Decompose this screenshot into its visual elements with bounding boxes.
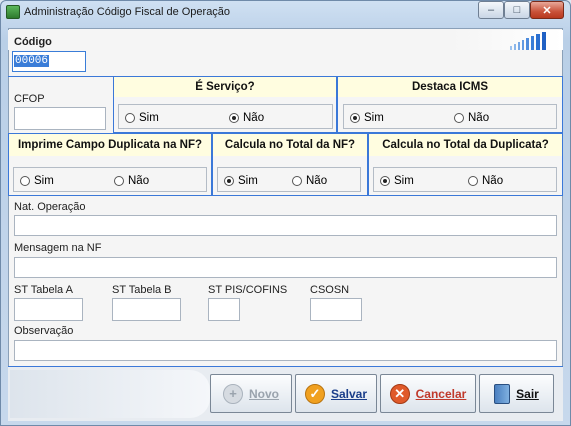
close-button[interactable]: ✕ <box>530 1 564 19</box>
codigo-field[interactable]: 00006 <box>12 51 86 72</box>
total-nf-header: Calcula no Total da NF? <box>213 134 367 156</box>
nat-operacao-label: Nat. Operação <box>14 201 86 213</box>
total-nf-radio-group: Sim Não <box>217 167 361 192</box>
window-title: Administração Código Fiscal de Operação <box>24 6 231 18</box>
duplicata-nf-header: Imprime Campo Duplicata na NF? <box>9 134 211 156</box>
radio-selected-icon <box>350 113 360 124</box>
total-dup-sim-option[interactable]: Sim <box>380 175 414 187</box>
st-b-input[interactable] <box>112 298 181 321</box>
radio-icon <box>20 176 30 187</box>
cfop-label: CFOP <box>14 93 45 105</box>
header-strip <box>8 30 563 50</box>
duplicata-nf-sim-option[interactable]: Sim <box>20 175 54 187</box>
radio-icon <box>454 113 464 124</box>
st-pis-label: ST PIS/COFINS <box>208 284 288 296</box>
app-icon <box>6 5 20 19</box>
icms-sim-label: Sim <box>364 112 384 124</box>
icms-nao-label: Não <box>468 112 490 124</box>
maximize-button[interactable]: □ <box>504 1 530 19</box>
total-nf-sim-option[interactable]: Sim <box>224 175 258 187</box>
codigo-label: Código <box>14 36 52 48</box>
servico-nao-label: Não <box>243 112 265 124</box>
radio-icon <box>114 176 124 187</box>
servico-radio-group: Sim Não <box>118 104 333 129</box>
close-icon: ✕ <box>542 4 552 17</box>
minimize-button[interactable]: – <box>478 1 504 19</box>
novo-label: Novo <box>249 386 279 401</box>
radio-icon <box>468 176 478 187</box>
minimize-icon: – <box>487 4 495 16</box>
duplicata-nf-nao-option[interactable]: Não <box>114 175 149 187</box>
csosn-label: CSOSN <box>310 284 350 296</box>
mensagem-label: Mensagem na NF <box>14 242 102 254</box>
exit-door-icon <box>494 383 511 404</box>
check-icon: ✓ <box>304 383 325 404</box>
cfop-input[interactable] <box>14 107 106 130</box>
st-pis-input[interactable] <box>208 298 240 321</box>
cancelar-label: Cancelar <box>415 386 467 401</box>
st-a-input[interactable] <box>14 298 83 321</box>
toolbar-decor <box>10 370 210 418</box>
total-nf-nao-option[interactable]: Não <box>292 175 327 187</box>
duplicata-nf-nao-label: Não <box>128 175 150 187</box>
st-a-label: ST Tabela A <box>14 284 73 296</box>
sair-button[interactable]: Sair <box>479 374 554 413</box>
servico-header: É Serviço? <box>114 77 336 97</box>
radio-selected-icon <box>224 176 234 187</box>
total-dup-nao-label: Não <box>482 175 504 187</box>
st-b-label: ST Tabela B <box>112 284 172 296</box>
radio-selected-icon <box>380 176 390 187</box>
nat-operacao-input[interactable] <box>14 215 557 236</box>
icms-radio-group: Sim Não <box>343 104 557 129</box>
radio-icon <box>125 113 135 124</box>
codigo-value: 00006 <box>14 55 50 67</box>
header-stripes <box>510 32 560 50</box>
mensagem-input[interactable] <box>14 257 557 278</box>
total-nf-sim-label: Sim <box>238 175 258 187</box>
novo-button[interactable]: + Novo <box>210 374 292 413</box>
salvar-button[interactable]: ✓ Salvar <box>295 374 377 413</box>
cancelar-button[interactable]: ✕ Cancelar <box>380 374 476 413</box>
duplicata-nf-sim-label: Sim <box>34 175 54 187</box>
servico-sim-label: Sim <box>139 112 159 124</box>
servico-nao-option[interactable]: Não <box>229 112 264 124</box>
radio-icon <box>292 176 302 187</box>
sair-label: Sair <box>516 386 539 401</box>
title-bar[interactable]: Administração Código Fiscal de Operação … <box>0 0 571 24</box>
icms-sim-option[interactable]: Sim <box>350 112 384 124</box>
icms-header: Destaca ICMS <box>338 77 562 97</box>
radio-selected-icon <box>229 113 239 124</box>
total-nf-nao-label: Não <box>306 175 328 187</box>
total-dup-nao-option[interactable]: Não <box>468 175 503 187</box>
total-dup-header: Calcula no Total da Duplicata? <box>369 134 562 156</box>
total-dup-radio-group: Sim Não <box>373 167 557 192</box>
salvar-label: Salvar <box>330 386 368 401</box>
total-dup-sim-label: Sim <box>394 175 414 187</box>
icms-nao-option[interactable]: Não <box>454 112 489 124</box>
servico-sim-option[interactable]: Sim <box>125 112 159 124</box>
observacao-input[interactable] <box>14 340 557 361</box>
csosn-input[interactable] <box>310 298 362 321</box>
duplicata-nf-radio-group: Sim Não <box>13 167 207 192</box>
maximize-icon: □ <box>513 4 521 16</box>
cancel-icon: ✕ <box>389 383 410 404</box>
observacao-label: Observação <box>14 325 74 337</box>
plus-icon: + <box>223 383 243 404</box>
